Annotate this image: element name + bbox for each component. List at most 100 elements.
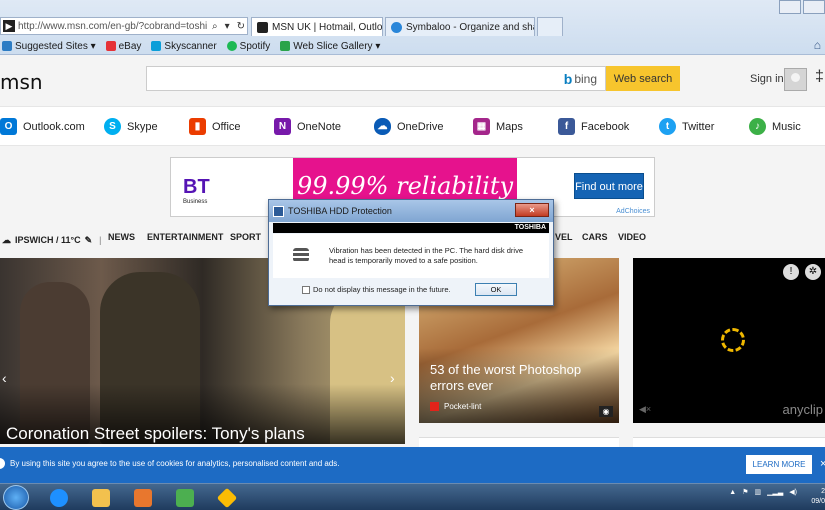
start-button[interactable] (3, 485, 29, 510)
nav-sport[interactable]: SPORT (230, 232, 261, 242)
service-onedrive[interactable]: ☁ OneDrive (374, 118, 443, 135)
favorite-skyscanner[interactable]: Skyscanner (151, 41, 217, 52)
nav-entertainment[interactable]: ENTERTAINMENT (147, 232, 223, 242)
tab-symbaloo[interactable]: Symbaloo - Organize and shar... (385, 17, 535, 36)
nav-news[interactable]: NEWS (108, 232, 135, 242)
address-url[interactable]: http://www.msn.com/en-gb/?cobrand=toshib… (18, 21, 207, 32)
service-onenote[interactable]: N OneNote (274, 118, 341, 135)
dialog-body: Vibration has been detected in the PC. T… (273, 234, 549, 278)
search-input[interactable]: b bing (146, 66, 606, 91)
music-icon: ♪ (749, 118, 766, 135)
taskbar-google-drive[interactable] (208, 486, 246, 509)
service-office[interactable]: ▮ Office (189, 118, 241, 135)
nav-video[interactable]: VIDEO (618, 232, 646, 242)
new-tab-button[interactable] (537, 17, 563, 36)
minimize-button[interactable] (779, 0, 801, 14)
adchoices-link[interactable]: AdChoices (616, 208, 650, 215)
service-music[interactable]: ♪ Music (749, 118, 801, 135)
maximize-button[interactable] (803, 0, 825, 14)
dialog-message: Vibration has been detected in the PC. T… (329, 246, 524, 265)
services-bar: O Outlook.com S Skype ▮ Office N OneNote ☁ On… (0, 106, 825, 146)
ok-button[interactable]: OK (475, 283, 517, 296)
learn-more-button[interactable]: LEARN MORE (746, 455, 812, 474)
web-search-button[interactable]: Web search (606, 66, 680, 91)
flag-icon[interactable]: ⚑ (742, 488, 748, 496)
office-icon: ▮ (189, 118, 206, 135)
mute-icon[interactable]: ◀× (639, 404, 651, 415)
carousel-next-icon[interactable]: › (390, 370, 395, 386)
sign-in-link[interactable]: Sign in (750, 73, 784, 85)
service-maps[interactable]: ▦ Maps (473, 118, 523, 135)
tab-label: Symbaloo - Organize and shar... (406, 21, 534, 33)
dialog-close-button[interactable]: × (515, 203, 549, 217)
dropdown-icon[interactable]: ▾ (223, 21, 232, 32)
suggested-sites-icon (2, 41, 12, 51)
do-not-display-checkbox[interactable] (302, 286, 310, 294)
favorite-web-slice-gallery[interactable]: Web Slice Gallery ▾ (280, 41, 380, 52)
dialog-footer: Do not display this message in the futur… (273, 279, 549, 301)
favorite-spotify[interactable]: Spotify (226, 41, 270, 52)
info-icon (0, 458, 5, 469)
camera-icon: ◉ (599, 406, 613, 417)
clock-date: 09/0 (811, 498, 825, 505)
taskbar-explorer[interactable] (82, 486, 120, 509)
favorite-ebay[interactable]: eBay (105, 41, 141, 52)
avatar[interactable] (784, 68, 807, 91)
taskbar-app[interactable] (166, 486, 204, 509)
twitter-icon: t (659, 118, 676, 135)
weather-widget[interactable]: ☁ IPSWICH / 11°C ✎ (0, 235, 92, 246)
taskbar-media-player[interactable] (124, 486, 162, 509)
favorite-suggested-sites[interactable]: Suggested Sites ▾ (2, 41, 96, 52)
nav-travel[interactable]: VEL (555, 232, 573, 242)
symbaloo-tab-icon (391, 21, 402, 33)
outlook-icon: O (0, 118, 17, 135)
network-icon[interactable]: ▥ (755, 488, 762, 496)
bing-logo-icon: b (563, 71, 573, 87)
explorer-icon (92, 488, 110, 507)
service-outlook[interactable]: O Outlook.com (0, 118, 85, 135)
alert-icon[interactable]: ! (783, 264, 799, 280)
ie-icon (50, 488, 68, 507)
tab-msn[interactable]: MSN UK | Hotmail, Outlook... × (251, 17, 383, 36)
windows-taskbar: ▲ ⚑ ▥ ▁▂▃ ◀) 2 09/0 (0, 483, 825, 510)
favorites-bar: Suggested Sites ▾ eBay Skyscanner Spotif… (0, 37, 825, 55)
spotify-icon (226, 41, 237, 51)
do-not-display-label[interactable]: Do not display this message in the futur… (313, 285, 451, 294)
dialog-title: TOSHIBA HDD Protection (288, 206, 392, 216)
toshiba-app-icon (273, 205, 284, 217)
dialog-titlebar[interactable]: TOSHIBA HDD Protection (269, 200, 553, 222)
story-title[interactable]: 53 of the worst Photoshop errors ever (430, 362, 610, 394)
edit-icon[interactable]: ✎ (85, 235, 93, 246)
weather-icon: ☁ (2, 234, 11, 245)
signal-icon[interactable]: ▁▂▃ (767, 488, 783, 496)
home-icon[interactable]: ⌂ (814, 38, 821, 52)
address-bar[interactable]: ▶ http://www.msn.com/en-gb/?cobrand=tosh… (0, 17, 248, 35)
search-icon[interactable]: ⌕ (210, 21, 220, 32)
service-skype[interactable]: S Skype (104, 118, 158, 135)
refresh-icon[interactable]: ↻ (235, 21, 247, 32)
show-hidden-icon[interactable]: ▲ (729, 489, 736, 496)
app-icon (176, 488, 194, 507)
maps-icon: ▦ (473, 118, 490, 135)
bt-logo: BT Business (183, 176, 210, 205)
msn-logo[interactable]: msn (0, 70, 43, 94)
close-icon[interactable]: × (820, 458, 825, 470)
taskbar-ie[interactable] (40, 486, 78, 509)
service-facebook[interactable]: f Facebook (558, 118, 629, 135)
more-icon[interactable]: ‡ (815, 68, 824, 86)
find-out-more-button[interactable]: Find out more (574, 173, 644, 199)
bing-brand: b bing (563, 71, 597, 87)
clock[interactable]: 2 09/0 (811, 487, 825, 507)
onenote-icon: N (274, 118, 291, 135)
service-twitter[interactable]: t Twitter (659, 118, 714, 135)
nav-cars[interactable]: CARS (582, 232, 608, 242)
settings-icon[interactable]: ✲ (805, 264, 821, 280)
window-controls (777, 0, 825, 16)
video-tile[interactable]: ! ✲ ◀× anyclip (633, 258, 825, 423)
story-tile-lower (419, 437, 619, 447)
volume-icon[interactable]: ◀) (789, 488, 797, 496)
loading-spinner-icon (721, 328, 745, 352)
carousel-prev-icon[interactable]: ‹ (2, 370, 7, 386)
msn-header: msn b bing Web search Sign in ‡ (0, 56, 825, 106)
hero-title[interactable]: Coronation Street spoilers: Tony's plans (6, 424, 305, 444)
